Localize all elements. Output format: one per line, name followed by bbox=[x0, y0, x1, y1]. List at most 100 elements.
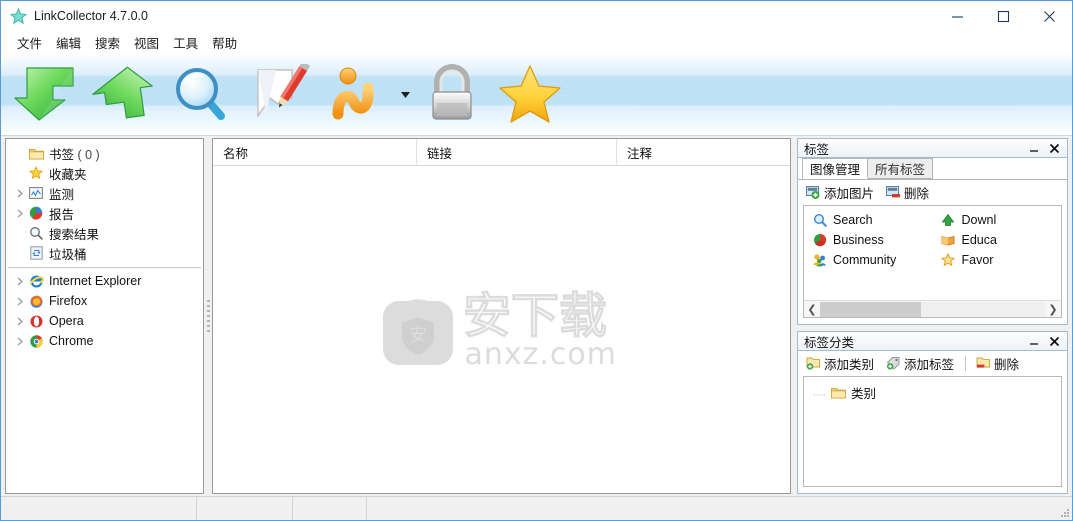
scrollbar-track[interactable] bbox=[820, 301, 1045, 317]
categories-minimize-button[interactable] bbox=[1029, 337, 1040, 346]
menu-item-search[interactable]: 搜索 bbox=[88, 31, 127, 54]
category-node-root[interactable]: 类别 bbox=[804, 382, 1061, 402]
tags-dock-body: 图像管理 所有标签 添加图片 删除 Search Business Commun… bbox=[797, 157, 1068, 325]
status-segment-4 bbox=[367, 497, 1058, 520]
delete-image-button[interactable]: 删除 bbox=[885, 183, 929, 202]
categories-close-button[interactable] bbox=[1049, 336, 1060, 347]
tag-item-favorites[interactable]: Favor bbox=[933, 250, 1062, 270]
tag-item-education[interactable]: Educa bbox=[933, 230, 1062, 250]
column-header-link[interactable]: 链接 bbox=[417, 139, 617, 165]
navigation-pane: 书签 ( 0 ) 收藏夹 监测 报告 搜索结果 垃圾桶 Internet Exp… bbox=[1, 138, 204, 496]
close-button[interactable] bbox=[1026, 1, 1072, 31]
tree-expander-icon[interactable] bbox=[12, 189, 27, 198]
tree-expander-icon[interactable] bbox=[12, 317, 27, 326]
tree-expander-icon[interactable] bbox=[12, 337, 27, 346]
splitter-grip bbox=[206, 300, 210, 334]
tree-connector-icon bbox=[813, 382, 829, 402]
main-content: 书签 ( 0 ) 收藏夹 监测 报告 搜索结果 垃圾桶 Internet Exp… bbox=[1, 136, 1072, 496]
tree-item-chrome[interactable]: Chrome bbox=[6, 331, 203, 351]
left-splitter[interactable] bbox=[204, 138, 212, 496]
toolbar-search-button[interactable] bbox=[163, 59, 241, 129]
chevron-right-icon[interactable]: ❯ bbox=[1045, 303, 1061, 316]
toolbar-favorites-button[interactable] bbox=[491, 59, 569, 129]
window-title: LinkCollector 4.7.0.0 bbox=[34, 9, 148, 23]
menu-item-view[interactable]: 视图 bbox=[127, 31, 166, 54]
watermark: 安 安下载 anxz.com bbox=[381, 286, 623, 370]
add-category-button[interactable]: 添加类别 bbox=[805, 354, 874, 373]
tree-expander-icon[interactable] bbox=[12, 297, 27, 306]
tree-item-internet-explorer[interactable]: Internet Explorer bbox=[6, 271, 203, 291]
tab-image-management[interactable]: 图像管理 bbox=[802, 158, 869, 179]
tree-item-reports[interactable]: 报告 bbox=[6, 203, 203, 223]
tag-label: Educa bbox=[961, 233, 997, 247]
tags-horizontal-scrollbar[interactable]: ❮ ❯ bbox=[804, 300, 1061, 317]
tag-item-community[interactable]: Community bbox=[804, 250, 933, 270]
tags-minimize-button[interactable] bbox=[1029, 144, 1040, 153]
menu-item-file[interactable]: 文件 bbox=[10, 31, 49, 54]
tree-item-search-results[interactable]: 搜索结果 bbox=[6, 223, 203, 243]
chrome-icon bbox=[27, 334, 45, 349]
link-list-pane: 名称 链接 注释 安 安下载 anxz.com bbox=[212, 138, 791, 496]
maximize-button[interactable] bbox=[980, 1, 1026, 31]
tree-item-label: Internet Explorer bbox=[49, 274, 142, 288]
tree-item-favorites[interactable]: 收藏夹 bbox=[6, 163, 203, 183]
watermark-logo-glyph: 安 bbox=[409, 325, 427, 346]
tag-label: Favor bbox=[961, 253, 994, 267]
tree-item-monitor[interactable]: 监测 bbox=[6, 183, 203, 203]
navigation-tree[interactable]: 书签 ( 0 ) 收藏夹 监测 报告 搜索结果 垃圾桶 Internet Exp… bbox=[5, 138, 204, 494]
delete-category-icon bbox=[975, 356, 991, 370]
column-header-name[interactable]: 名称 bbox=[213, 139, 417, 165]
add-tag-button[interactable]: 添加标签 bbox=[885, 354, 954, 373]
add-image-icon bbox=[805, 185, 821, 199]
menu-item-tools[interactable]: 工具 bbox=[166, 31, 205, 54]
watermark-logo-icon: 安 bbox=[381, 293, 455, 367]
tag-item-download[interactable]: Downl bbox=[933, 210, 1062, 230]
tree-item-bookmarks[interactable]: 书签 ( 0 ) bbox=[6, 143, 203, 163]
toolbar-sync-dropdown[interactable] bbox=[397, 59, 413, 129]
tree-item-label: 垃圾桶 bbox=[49, 247, 87, 262]
column-header-comment[interactable]: 注释 bbox=[617, 139, 790, 165]
list-body[interactable]: 安 安下载 anxz.com bbox=[213, 166, 790, 493]
toolbar-separator bbox=[965, 355, 967, 371]
toolbar-export-button[interactable] bbox=[85, 59, 163, 129]
resize-grip-icon[interactable] bbox=[1058, 497, 1072, 520]
tree-expander-icon[interactable] bbox=[12, 209, 27, 218]
tree-item-opera[interactable]: Opera bbox=[6, 311, 203, 331]
app-star-icon bbox=[9, 7, 28, 25]
status-segment-1 bbox=[1, 497, 197, 520]
menu-item-help[interactable]: 帮助 bbox=[205, 31, 244, 54]
categories-tree[interactable]: 类别 bbox=[803, 376, 1062, 487]
delete-category-button[interactable]: 删除 bbox=[975, 354, 1019, 373]
toolbar-lock-button[interactable] bbox=[413, 59, 491, 129]
tag-item-business[interactable]: Business bbox=[804, 230, 933, 250]
link-list[interactable]: 名称 链接 注释 安 安下载 anxz.com bbox=[212, 138, 791, 494]
search-icon bbox=[171, 64, 233, 124]
menu-item-edit[interactable]: 编辑 bbox=[49, 31, 88, 54]
tree-item-label: 搜索结果 bbox=[49, 227, 100, 242]
chevron-left-icon[interactable]: ❮ bbox=[804, 303, 820, 316]
toolbar-edit-button[interactable] bbox=[241, 59, 319, 129]
tab-all-tags[interactable]: 所有标签 bbox=[867, 158, 934, 179]
watermark-text: 安下载 anxz.com bbox=[461, 286, 623, 370]
toolbar-import-button[interactable] bbox=[7, 59, 85, 129]
toolbar-sync-button[interactable] bbox=[319, 59, 397, 129]
status-bar bbox=[1, 496, 1072, 520]
tree-item-label: 监测 bbox=[49, 187, 75, 202]
main-toolbar bbox=[1, 53, 1072, 136]
minimize-button[interactable] bbox=[934, 1, 980, 31]
tree-item-firefox[interactable]: Firefox bbox=[6, 291, 203, 311]
tags-dock-title: 标签 bbox=[804, 142, 830, 157]
folder-icon bbox=[27, 147, 45, 160]
lock-icon bbox=[421, 63, 483, 125]
tag-item-search[interactable]: Search bbox=[804, 210, 933, 230]
tag-label: Downl bbox=[961, 213, 997, 227]
right-dock-pane: 标签 图像管理 所有标签 添加图片 删除 Search Business Com… bbox=[797, 138, 1072, 496]
tags-close-button[interactable] bbox=[1049, 143, 1060, 154]
add-image-button[interactable]: 添加图片 bbox=[805, 183, 874, 202]
download-arrow-icon bbox=[940, 213, 957, 227]
tree-expander-icon[interactable] bbox=[12, 277, 27, 286]
tags-list[interactable]: Search Business Community Downl Educa Fa… bbox=[803, 205, 1062, 318]
tree-item-recycle-bin[interactable]: 垃圾桶 bbox=[6, 243, 203, 263]
tags-column-left: Search Business Community bbox=[804, 210, 933, 300]
scrollbar-thumb[interactable] bbox=[820, 301, 922, 317]
